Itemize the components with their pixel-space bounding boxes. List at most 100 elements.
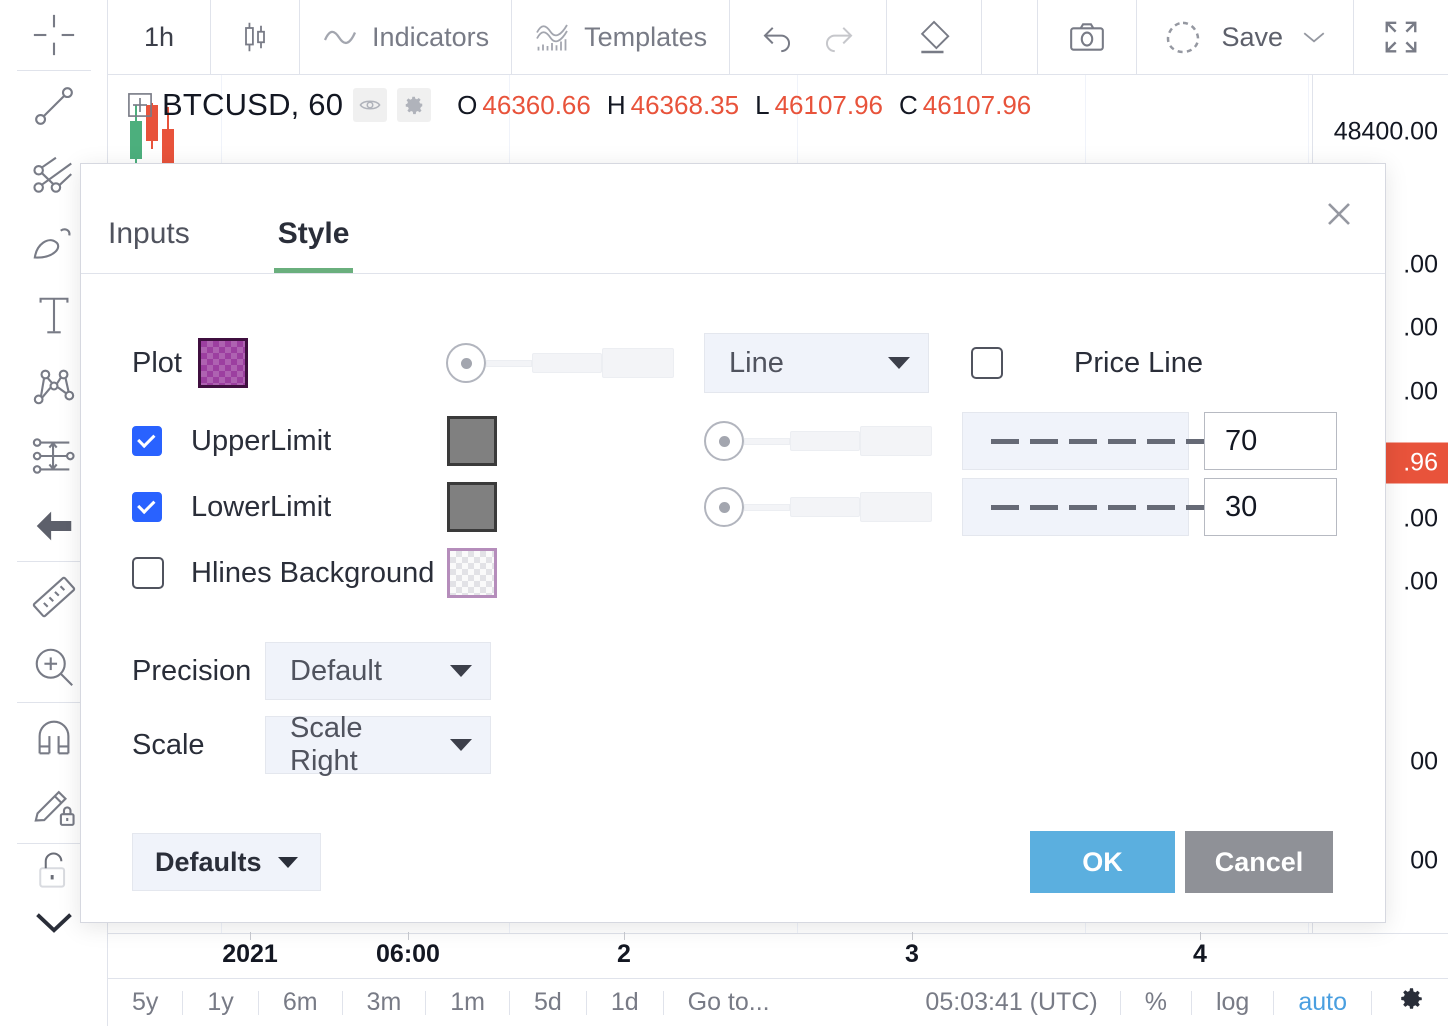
timeframe-5y[interactable]: 5y — [108, 988, 182, 1017]
indicators-button[interactable]: Indicators — [300, 0, 513, 74]
gear-icon — [1396, 988, 1426, 1020]
plot-color-swatch[interactable] — [198, 338, 248, 388]
time-label: 06:00 — [376, 940, 440, 968]
candlestick-icon — [237, 19, 273, 55]
defaults-button[interactable]: Defaults — [132, 833, 321, 891]
ok-button[interactable]: OK — [1030, 831, 1175, 893]
lower-limit-color-swatch[interactable] — [447, 482, 497, 532]
fullscreen-button[interactable] — [1354, 0, 1448, 74]
time-axis[interactable]: 2021 06:00 2 3 4 — [108, 932, 1448, 978]
gear-icon[interactable] — [397, 88, 432, 122]
price-label: 00 — [1410, 747, 1438, 776]
lower-limit-linestyle-select[interactable] — [962, 478, 1252, 536]
plot-thickness-picker[interactable] — [446, 341, 678, 385]
templates-button[interactable]: Templates — [512, 0, 731, 74]
dialog-action-buttons: OK Cancel — [1030, 831, 1333, 893]
chevron-down-icon[interactable] — [1301, 27, 1327, 47]
price-line-checkbox[interactable] — [971, 347, 1003, 379]
dialog-header: Inputs Style — [81, 164, 1385, 274]
interval-button[interactable]: 1h — [108, 0, 212, 74]
save-label: Save — [1221, 21, 1283, 52]
price-label: .00 — [1403, 567, 1438, 596]
eraser-button[interactable] — [887, 0, 983, 74]
upper-limit-checkbox[interactable] — [132, 426, 162, 456]
row-lower-limit: LowerLimit 30 — [81, 474, 1385, 540]
lower-limit-value-input[interactable]: 30 — [1204, 478, 1337, 536]
price-label: .00 — [1403, 377, 1438, 406]
scale-select[interactable]: Scale Right — [265, 712, 491, 777]
thickness-option-2[interactable] — [790, 497, 860, 517]
fullscreen-icon — [1382, 18, 1420, 56]
thickness-option-3[interactable] — [860, 426, 932, 456]
price-label: 00 — [1410, 846, 1438, 875]
indicators-label: Indicators — [372, 21, 490, 52]
cancel-button[interactable]: Cancel — [1185, 831, 1333, 893]
caret-down-icon — [450, 739, 472, 751]
log-scale-button[interactable]: log — [1192, 988, 1273, 1017]
timeframe-1d[interactable]: 1d — [587, 988, 663, 1017]
thickness-option-2[interactable] — [790, 431, 860, 451]
plot-style-select[interactable]: Line — [704, 333, 929, 393]
percent-scale-button[interactable]: % — [1121, 988, 1191, 1017]
thickness-knob[interactable] — [446, 343, 486, 383]
timeframe-1m[interactable]: 1m — [426, 988, 509, 1017]
price-label: .00 — [1403, 313, 1438, 342]
dialog-footer: Defaults OK Cancel — [81, 802, 1385, 922]
thickness-option-3[interactable] — [602, 348, 674, 378]
upper-limit-label: UpperLimit — [191, 424, 332, 457]
hlines-background-color-swatch[interactable] — [447, 548, 497, 598]
row-plot: Plot Line Price Line — [81, 330, 1385, 396]
thickness-option-3[interactable] — [860, 492, 932, 522]
price-label: .00 — [1403, 250, 1438, 279]
trend-line-tool[interactable] — [0, 71, 108, 141]
auto-scale-button[interactable]: auto — [1274, 988, 1371, 1017]
price-label: 48400.00 — [1333, 117, 1438, 146]
timeframe-3m[interactable]: 3m — [343, 988, 426, 1017]
thickness-knob[interactable] — [704, 487, 744, 527]
thickness-option-1[interactable] — [486, 359, 532, 367]
save-button[interactable]: Save — [1137, 0, 1354, 74]
timeframe-6m[interactable]: 6m — [259, 988, 342, 1017]
upper-limit-thickness-picker[interactable] — [704, 419, 936, 463]
ohlc-value-o: 46360.66 — [482, 89, 591, 120]
upper-limit-color-swatch[interactable] — [447, 416, 497, 466]
timeframe-1y[interactable]: 1y — [183, 988, 257, 1017]
tab-style[interactable]: Style — [273, 217, 354, 273]
precision-select[interactable]: Default — [265, 642, 491, 700]
upper-limit-value-input[interactable]: 70 — [1204, 412, 1337, 470]
chart-type-button[interactable] — [211, 0, 301, 74]
ruler-icon — [31, 574, 77, 620]
time-label: 2021 — [222, 940, 278, 968]
ohlc-key-l: L — [755, 89, 770, 120]
thickness-option-1[interactable] — [744, 437, 790, 445]
bottom-bar: 2021 06:00 2 3 4 5y 1y 6m 3m 1m 5d 1d Go… — [108, 932, 1448, 1026]
chart-clock[interactable]: 05:03:41 (UTC) — [903, 988, 1119, 1017]
upper-limit-linestyle-select[interactable] — [962, 412, 1252, 470]
eye-icon[interactable] — [353, 88, 388, 122]
brush-icon — [31, 223, 77, 269]
timeframe-bar: 5y 1y 6m 3m 1m 5d 1d Go to... 05:03:41 (… — [108, 978, 1448, 1026]
thickness-option-1[interactable] — [744, 503, 790, 511]
redo-icon[interactable] — [822, 20, 856, 54]
symbol-title[interactable]: BTCUSD, 60 — [162, 87, 343, 123]
lower-limit-thickness-picker[interactable] — [704, 485, 936, 529]
tab-inputs[interactable]: Inputs — [108, 217, 190, 273]
templates-label: Templates — [584, 21, 708, 52]
line-wave-icon — [322, 19, 358, 55]
snapshot-button[interactable] — [1038, 0, 1138, 74]
lower-limit-label: LowerLimit — [191, 490, 332, 523]
timeframe-5d[interactable]: 5d — [510, 988, 586, 1017]
expand-icon[interactable] — [126, 91, 154, 119]
thickness-knob[interactable] — [704, 421, 744, 461]
hlines-background-checkbox[interactable] — [132, 557, 164, 589]
close-icon[interactable] — [1321, 196, 1357, 232]
lower-limit-checkbox[interactable] — [132, 492, 162, 522]
defaults-label: Defaults — [155, 846, 262, 877]
thickness-option-2[interactable] — [532, 353, 602, 373]
go-to-button[interactable]: Go to... — [664, 988, 794, 1017]
undo-icon[interactable] — [760, 20, 794, 54]
lock-open-icon — [32, 849, 76, 893]
dashed-line-icon — [991, 438, 1214, 444]
chart-settings-button[interactable] — [1372, 984, 1448, 1021]
crosshair-tool[interactable] — [0, 0, 108, 70]
